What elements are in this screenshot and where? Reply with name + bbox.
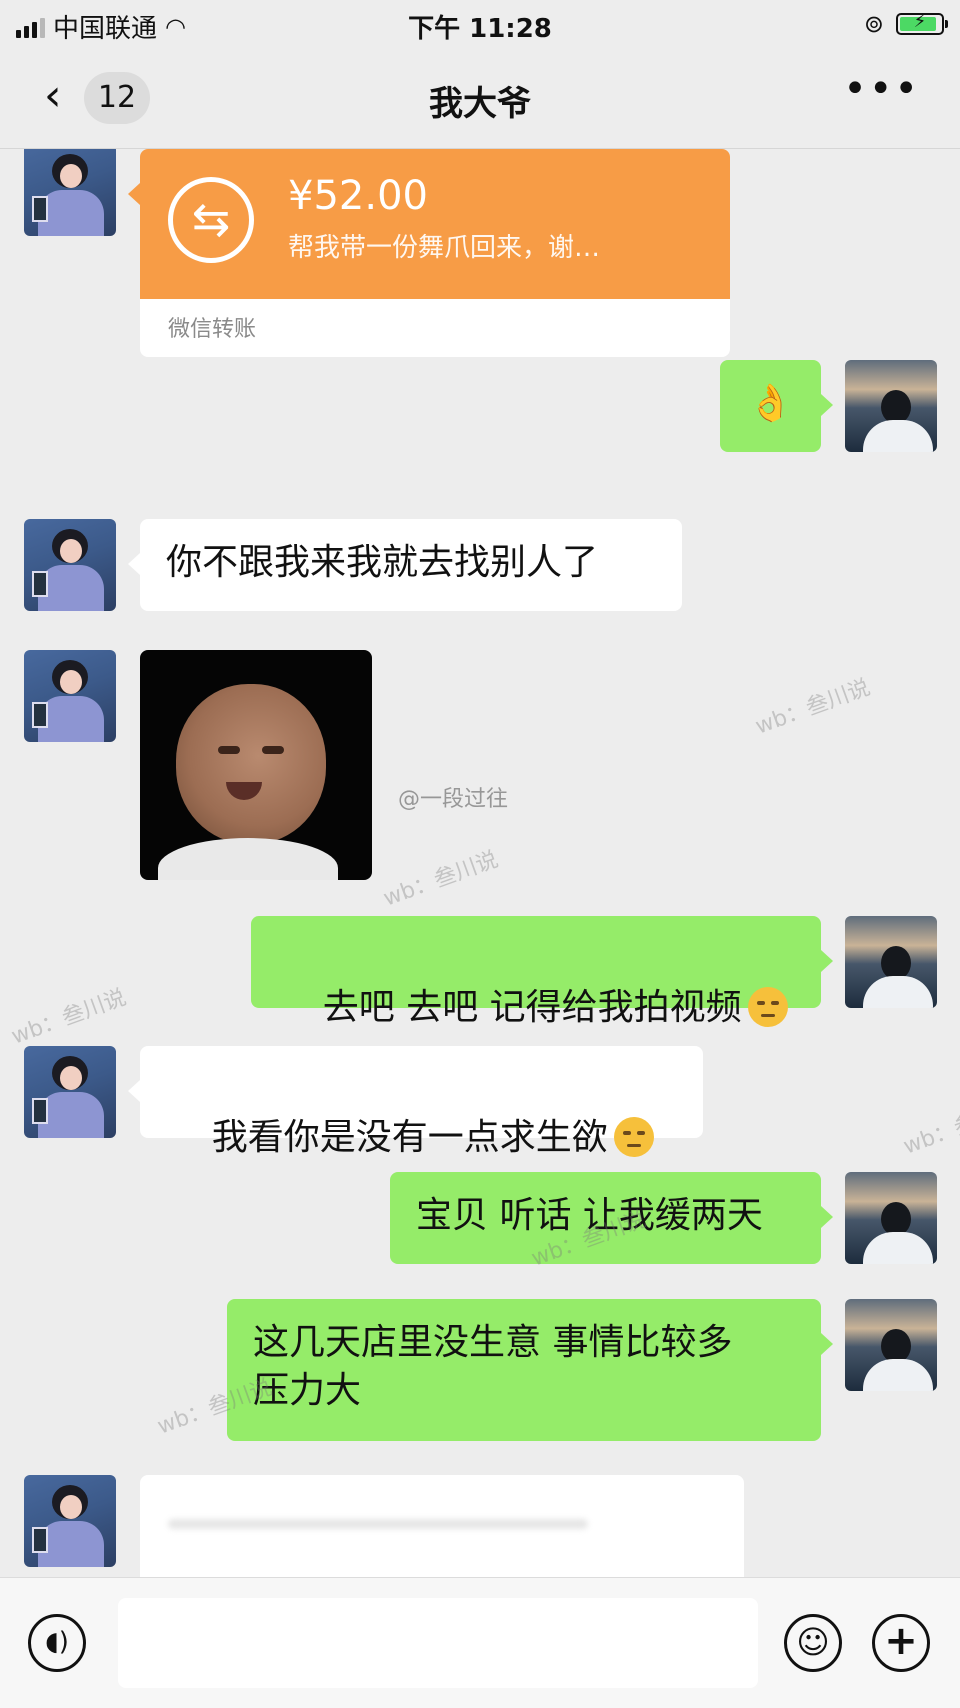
input-bar: ◖) ☺ + [0,1577,960,1708]
transfer-footer: 微信转账 [168,317,257,342]
my-avatar[interactable] [845,1172,937,1264]
rotation-lock-icon: ⊚ [863,10,884,38]
message-text: 去吧 去吧 记得给我拍视频 [322,987,742,1028]
message-bubble[interactable]: 你不跟我来我就去找别人了 [128,519,682,611]
watermark: wb：叁川说 [752,675,874,740]
emoji-icon[interactable]: ☺ [784,1614,842,1672]
watermark: wb：叁川说 [380,847,502,912]
wechat-transfer-card[interactable]: ⇆ ¥52.00 帮我带一份舞爪回来，谢… 微信转账 [140,149,730,357]
message-bubble[interactable]: 我看你是没有一点求生欲 [128,1046,703,1158]
blurred-message-bubble[interactable] [140,1475,744,1577]
plus-icon[interactable]: + [872,1614,930,1672]
transfer-note: 帮我带一份舞爪回来，谢… [288,233,601,263]
message-bubble[interactable]: 👌 [720,360,833,452]
message-bubble[interactable]: 去吧 去吧 记得给我拍视频 [251,916,833,1028]
transfer-icon: ⇆ [168,177,254,263]
chat-header: ‹ 12 我大爷 ••• [0,50,960,149]
contact-avatar[interactable] [24,1046,116,1138]
message-list[interactable]: ⇆ ¥52.00 帮我带一份舞爪回来，谢… 微信转账 👌 你不跟我来我就去找别人… [0,149,960,1577]
chat-title: 我大爷 [429,84,531,124]
bubble-tail [128,183,140,205]
message-bubble[interactable]: 这几天店里没生意 事情比较多 压力大 [227,1299,833,1441]
message-text: 我看你是没有一点求生欲 [211,1117,608,1158]
transfer-amount: ¥52.00 [288,173,428,219]
sticker-image[interactable] [140,650,372,880]
battery-icon: ⚡ [896,11,948,35]
contact-avatar[interactable] [24,149,116,236]
my-avatar[interactable] [845,1299,937,1391]
weibo-watermark: @一段过往 [398,787,509,812]
my-avatar[interactable] [845,360,937,452]
contact-avatar[interactable] [24,1475,116,1567]
message-input[interactable] [118,1598,758,1688]
status-time: 下午 11:28 [408,14,552,44]
status-bar: 中国联通 ◠ 下午 11:28 ⊚ ⚡ [0,0,960,50]
watermark: wb：叁川说 [8,985,130,1050]
voice-input-icon[interactable]: ◖) [28,1614,86,1672]
more-options-button[interactable]: ••• [843,66,920,112]
contact-avatar[interactable] [24,519,116,611]
watermark: wb：叁川说 [900,1095,960,1160]
contact-avatar[interactable] [24,650,116,742]
smirk-emoji-icon [747,987,788,1027]
my-avatar[interactable] [845,916,937,1008]
unamused-emoji-icon [613,1117,654,1157]
